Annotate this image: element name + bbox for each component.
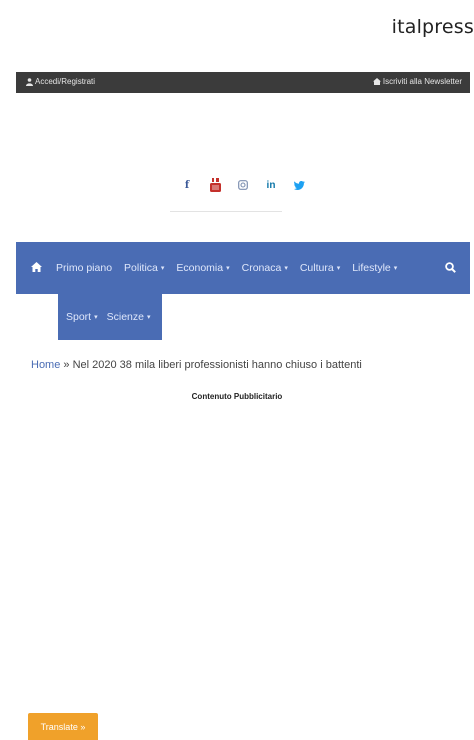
- nav-second-row: Sport ▾ Scienze ▾: [58, 294, 162, 340]
- caret-down-icon: ▾: [94, 314, 98, 321]
- nav-item-label: Cultura: [299, 262, 334, 274]
- ad-label: Contenuto Pubblicitario: [191, 392, 283, 401]
- twitter-icon[interactable]: [288, 177, 310, 193]
- translate-button[interactable]: Translate »: [28, 713, 98, 740]
- nav-item-label: Economia: [176, 262, 224, 274]
- instagram-icon[interactable]: [232, 177, 254, 193]
- main-navbar: Primo piano Politica ▾ Economia ▾ Cronac…: [16, 242, 470, 294]
- newsletter-label: Iscriviti alla Newsletter: [382, 77, 462, 86]
- nav-item-lifestyle[interactable]: Lifestyle ▾: [352, 262, 397, 274]
- newsletter-link[interactable]: Iscriviti alla Newsletter: [372, 77, 462, 86]
- nav-item-label: Sport: [66, 311, 92, 323]
- nav-item-label: Cronaca: [241, 262, 282, 274]
- breadcrumb-separator: »: [63, 359, 70, 371]
- nav-item-politica[interactable]: Politica ▾: [124, 262, 164, 274]
- nav-item-sport[interactable]: Sport ▾: [66, 311, 98, 323]
- caret-down-icon: ▾: [226, 265, 230, 272]
- facebook-icon[interactable]: f: [176, 177, 198, 193]
- caret-down-icon: ▾: [393, 265, 398, 272]
- nav-item-label: Lifestyle: [352, 262, 391, 274]
- breadcrumb-current: Nel 2020 38 mila liberi professionisti h…: [72, 359, 362, 371]
- home-icon: [372, 78, 381, 85]
- site-brand[interactable]: italpress: [392, 16, 474, 38]
- nav-item-label: Scienze: [106, 311, 144, 323]
- home-icon: [30, 261, 42, 275]
- youtube-icon[interactable]: [204, 177, 226, 193]
- nav-item-label: Politica: [124, 262, 158, 274]
- search-button[interactable]: [445, 260, 456, 278]
- social-links: f in: [176, 177, 316, 193]
- top-bar: Accedi/Registrati Iscriviti alla Newslet…: [16, 72, 470, 93]
- caret-down-icon: ▾: [284, 265, 288, 272]
- login-label: Accedi/Registrati: [35, 77, 96, 86]
- search-icon: [445, 260, 456, 277]
- caret-down-icon: ▾: [336, 265, 341, 272]
- caret-down-icon: ▾: [146, 314, 151, 321]
- nav-item-primo-piano[interactable]: Primo piano: [56, 262, 112, 274]
- login-link[interactable]: Accedi/Registrati: [26, 77, 95, 86]
- linkedin-icon[interactable]: in: [260, 177, 282, 193]
- nav-item-cultura[interactable]: Cultura ▾: [300, 262, 340, 274]
- nav-item-label: Primo piano: [56, 262, 113, 274]
- nav-item-economia[interactable]: Economia ▾: [176, 262, 229, 274]
- nav-item-cronaca[interactable]: Cronaca ▾: [242, 262, 288, 274]
- breadcrumb: Home » Nel 2020 38 mila liberi professio…: [31, 359, 362, 371]
- caret-down-icon: ▾: [160, 265, 165, 272]
- nav-item-scienze[interactable]: Scienze ▾: [107, 311, 151, 323]
- breadcrumb-home-link[interactable]: Home: [31, 359, 60, 371]
- social-divider: [170, 211, 282, 212]
- user-icon: [26, 77, 33, 86]
- nav-home-button[interactable]: [16, 261, 56, 275]
